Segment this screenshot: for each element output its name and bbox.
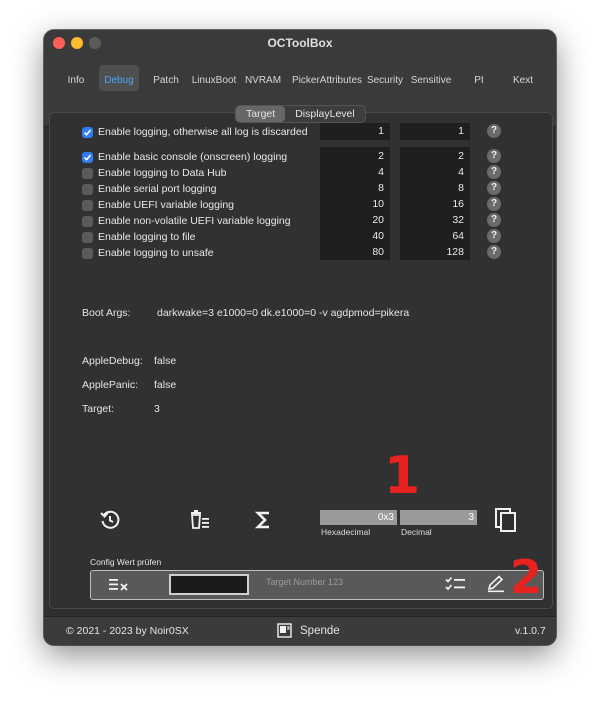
option-checkbox[interactable]: [82, 151, 93, 163]
enable-logging-label: Enable logging, otherwise all log is dis…: [98, 126, 308, 138]
option-row: Enable logging to unsafe: [82, 246, 214, 260]
option-target-value: 4: [378, 166, 384, 178]
decimal-field[interactable]: 3: [400, 510, 477, 525]
tab-pickerattributes[interactable]: PickerAttributes: [288, 72, 366, 90]
hexadecimal-label: Hexadecimal: [321, 527, 371, 537]
tab-pi[interactable]: PI: [469, 72, 489, 90]
option-checkbox[interactable]: [82, 247, 93, 259]
enable-logging-target-value: 1: [378, 125, 384, 137]
version-text: v.1.0.7: [515, 625, 546, 637]
option-display-value: 128: [446, 246, 464, 258]
option-checkbox[interactable]: [82, 231, 93, 243]
help-icon[interactable]: ?: [487, 197, 501, 211]
enable-logging-displaylevel-value: 1: [458, 125, 464, 137]
tab-kext[interactable]: Kext: [510, 72, 536, 90]
help-icon[interactable]: ?: [487, 149, 501, 163]
option-label: Enable non-volatile UEFI variable loggin…: [98, 215, 291, 227]
config-check-title: Config Wert prüfen: [90, 557, 162, 567]
sigma-icon[interactable]: [250, 506, 278, 534]
app-window: OCToolBox Info Debug Patch LinuxBoot NVR…: [44, 30, 556, 645]
annotation-number-1: 1: [384, 446, 421, 506]
tab-info[interactable]: Info: [63, 72, 89, 90]
target-displaylevel-segmented-control: Target DisplayLevel: [235, 105, 366, 123]
option-display-value: 4: [458, 166, 464, 178]
option-target-value: 40: [372, 230, 384, 242]
annotation-number-2: 2: [510, 550, 543, 604]
target-info-value: 3: [154, 403, 160, 415]
option-display-value: 64: [452, 230, 464, 242]
window-title: OCToolBox: [267, 36, 333, 50]
decimal-label: Decimal: [401, 527, 432, 537]
option-row: Enable serial port logging: [82, 182, 217, 196]
option-row: Enable basic console (onscreen) logging: [82, 150, 287, 164]
apple-debug-value: false: [154, 355, 177, 367]
help-icon[interactable]: ?: [487, 245, 501, 259]
help-icon[interactable]: ?: [487, 213, 501, 227]
tab-patch[interactable]: Patch: [149, 72, 183, 90]
option-display-value: 16: [452, 198, 464, 210]
tab-security[interactable]: Security: [366, 72, 404, 90]
option-target-value: 80: [372, 246, 384, 258]
target-info-label: Target:: [82, 403, 115, 415]
option-target-value: 2: [378, 150, 384, 162]
tab-nvram[interactable]: NVRAM: [244, 72, 282, 90]
reset-icon[interactable]: [96, 506, 124, 534]
option-checkbox[interactable]: [82, 199, 93, 211]
apple-panic-value: false: [154, 379, 177, 391]
option-row: Enable logging to Data Hub: [82, 166, 226, 180]
segment-displaylevel[interactable]: DisplayLevel: [285, 106, 365, 122]
option-target-value: 20: [372, 214, 384, 226]
apple-debug-label: AppleDebug:: [82, 355, 143, 367]
option-label: Enable logging to unsafe: [98, 247, 214, 259]
tab-sensitive[interactable]: Sensitive: [409, 72, 453, 90]
option-checkbox[interactable]: [82, 215, 93, 227]
option-label: Enable logging to Data Hub: [98, 167, 227, 179]
list-clear-icon[interactable]: [104, 570, 132, 598]
enable-logging-row: Enable logging, otherwise all log is dis…: [82, 125, 308, 139]
edit-pencil-icon[interactable]: [482, 570, 510, 598]
option-display-value: 8: [458, 182, 464, 194]
option-row: Enable logging to file: [82, 230, 196, 244]
option-row: Enable non-volatile UEFI variable loggin…: [82, 214, 291, 228]
tab-debug[interactable]: Debug: [99, 65, 139, 91]
option-label: Enable logging to file: [98, 231, 196, 243]
option-label: Enable basic console (onscreen) logging: [98, 151, 288, 163]
footer-bar: © 2021 - 2023 by Noir0SX Spende v.1.0.7: [44, 616, 556, 645]
checklist-icon[interactable]: [442, 570, 470, 598]
copyright-text: © 2021 - 2023 by Noir0SX: [66, 625, 189, 637]
donate-icon[interactable]: [277, 623, 292, 638]
help-icon[interactable]: ?: [487, 181, 501, 195]
option-checkbox[interactable]: [82, 167, 93, 179]
help-icon[interactable]: ?: [487, 165, 501, 179]
enable-logging-checkbox[interactable]: [82, 126, 93, 138]
config-value-placeholder: Target Number 123: [266, 577, 344, 587]
apple-panic-label: ApplePanic:: [82, 379, 139, 391]
option-target-value: 8: [378, 182, 384, 194]
tab-linuxboot[interactable]: LinuxBoot: [190, 72, 238, 90]
option-row: Enable UEFI variable logging: [82, 198, 234, 212]
config-value-input[interactable]: [169, 574, 249, 595]
segment-target[interactable]: Target: [236, 106, 286, 122]
option-checkbox[interactable]: [82, 183, 93, 195]
option-label: Enable UEFI variable logging: [98, 199, 234, 211]
hexadecimal-field[interactable]: 0x3: [320, 510, 397, 525]
copy-icon[interactable]: [492, 506, 520, 534]
help-icon[interactable]: ?: [487, 229, 501, 243]
boot-args-value: darkwake=3 e1000=0 dk.e1000=0 -v agdpmod…: [157, 307, 410, 319]
donate-link[interactable]: Spende: [300, 625, 340, 637]
option-display-value: 32: [452, 214, 464, 226]
option-label: Enable serial port logging: [98, 183, 217, 195]
option-target-value: 10: [372, 198, 384, 210]
trash-icon[interactable]: [186, 506, 214, 534]
option-display-value: 2: [458, 150, 464, 162]
boot-args-label: Boot Args:: [82, 307, 131, 319]
help-icon[interactable]: ?: [487, 124, 501, 138]
